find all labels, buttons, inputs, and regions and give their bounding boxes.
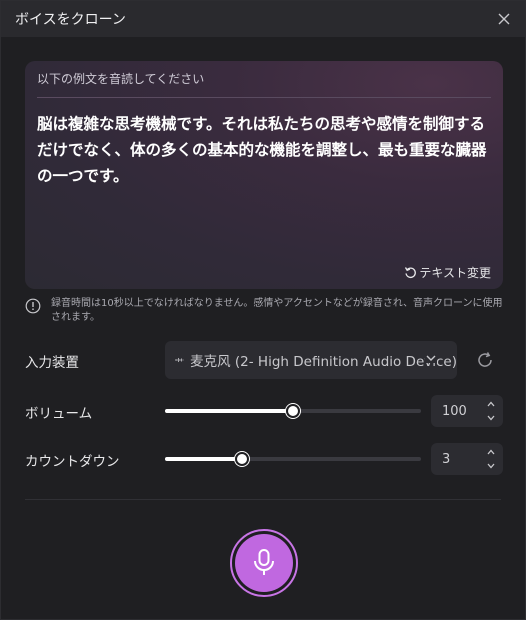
chevron-down-icon — [425, 353, 437, 363]
volume-input[interactable] — [440, 402, 484, 420]
countdown-stepper — [431, 443, 503, 475]
script-instruction: 以下の例文を音読してください — [37, 72, 205, 86]
script-text: 脳は複雑な思考機械です。それは私たちの思考や感情を制御するだけでなく、体の多くの… — [37, 115, 487, 185]
volume-label: ボリューム — [25, 406, 93, 422]
record-button-inner — [235, 534, 293, 592]
slider-thumb[interactable] — [234, 452, 249, 466]
chevron-up-icon — [487, 401, 495, 407]
stepper-arrows — [485, 447, 497, 471]
slider-fill — [165, 409, 293, 413]
decrement-button[interactable] — [485, 461, 497, 471]
record-button[interactable] — [230, 529, 298, 597]
change-text-button[interactable]: テキスト変更 — [404, 264, 491, 281]
divider — [37, 97, 491, 98]
microphone-icon — [254, 549, 274, 575]
volume-slider[interactable] — [165, 404, 421, 418]
notice-text: 録音時間は10秒以上でなければなりません。感情やアクセントなどが録音され、音声ク… — [51, 298, 503, 323]
slider-thumb[interactable] — [286, 404, 300, 418]
chevron-down-icon — [487, 415, 495, 421]
script-card: 以下の例文を音読してください 脳は複雑な思考機械です。それは私たちの思考や感情を… — [25, 61, 503, 289]
increment-button[interactable] — [485, 447, 497, 457]
increment-button[interactable] — [485, 399, 497, 409]
rotate-icon — [405, 267, 417, 279]
volume-stepper — [431, 395, 503, 427]
chevron-up-icon — [487, 449, 495, 455]
close-icon — [498, 13, 510, 25]
countdown-label: カウントダウン — [25, 454, 120, 470]
refresh-devices-button[interactable] — [475, 350, 495, 370]
waveform-icon — [175, 357, 184, 363]
title-bar: ボイスをクローン — [1, 1, 525, 37]
divider — [25, 499, 501, 500]
refresh-icon — [478, 352, 492, 367]
stepper-arrows — [485, 399, 497, 423]
dialog-title: ボイスをクローン — [15, 12, 126, 28]
voice-clone-dialog: ボイスをクローン 以下の例文を音読してください 脳は複雑な思考機械です。それは私… — [0, 0, 526, 620]
chevron-down-icon — [487, 463, 495, 469]
decrement-button[interactable] — [485, 413, 497, 423]
countdown-input[interactable] — [440, 450, 484, 468]
countdown-slider[interactable] — [165, 452, 421, 466]
info-icon — [25, 298, 41, 314]
input-device-select[interactable]: 麦克风 (2- High Definition Audio Device) — [165, 341, 457, 379]
input-device-label: 入力装置 — [25, 355, 79, 371]
change-text-label: テキスト変更 — [419, 266, 491, 280]
slider-fill — [165, 457, 242, 461]
selected-device: 麦克风 (2- High Definition Audio Device) — [190, 354, 457, 370]
close-button[interactable] — [495, 10, 513, 28]
recording-notice: 録音時間は10秒以上でなければなりません。感情やアクセントなどが録音され、音声ク… — [25, 297, 505, 325]
